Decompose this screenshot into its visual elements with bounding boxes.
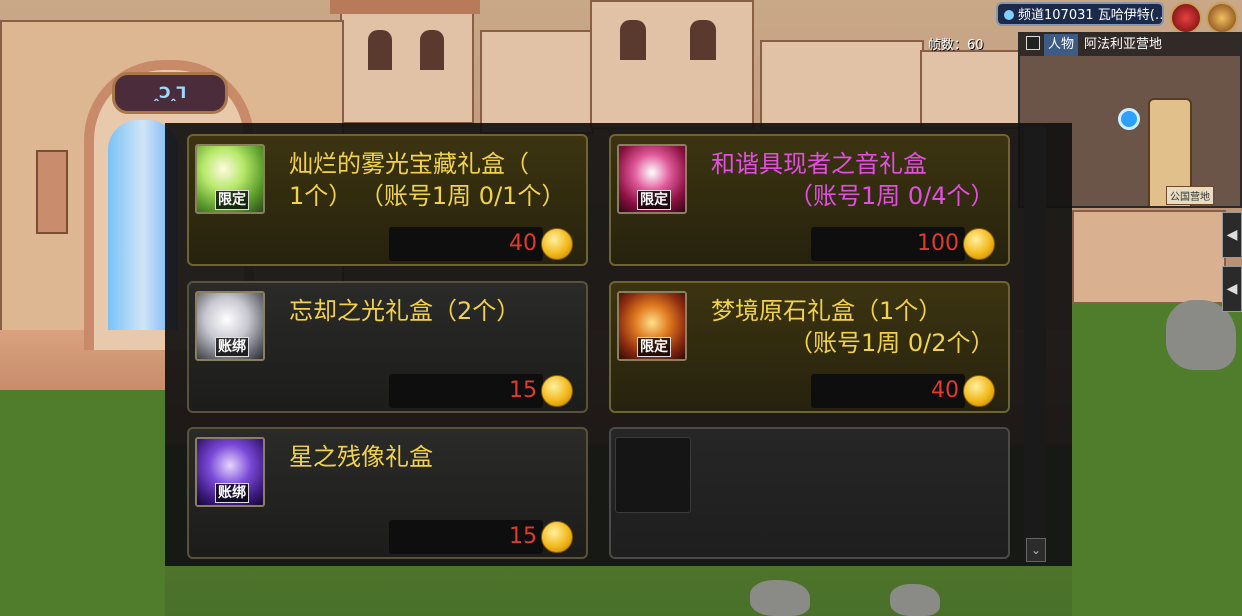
side-arrow-left-icon[interactable]: ◀ <box>1222 212 1242 258</box>
mailbox <box>36 150 68 234</box>
gold-coin-icon <box>963 375 995 407</box>
gold-coin-icon <box>963 228 995 260</box>
shop-item[interactable]: 限定 灿烂的雾光宝藏礼盒（ 1个） （账号1周 0/1个） 40 <box>187 134 588 266</box>
item-name: 忘却之光礼盒（2个） <box>289 295 579 327</box>
item-name-line1: 星之残像礼盒 <box>289 443 433 471</box>
item-icon: 限定 <box>617 291 687 361</box>
shop-item-empty <box>609 427 1010 559</box>
item-tag: 账绑 <box>215 337 249 357</box>
shop-item[interactable]: 限定 和谐具现者之音礼盒 （账号1周 0/4个） 100 <box>609 134 1010 266</box>
item-icon: 限定 <box>617 144 687 214</box>
item-name: 星之残像礼盒 <box>289 441 579 473</box>
building <box>340 0 474 124</box>
building <box>760 40 924 129</box>
window <box>420 30 444 70</box>
building <box>480 30 594 134</box>
player-location-icon <box>1118 108 1140 130</box>
item-price: 15 <box>509 524 537 549</box>
side-arrow-left-icon[interactable]: ◀ <box>1222 266 1242 312</box>
minimap-toggle-icon[interactable] <box>1026 36 1040 50</box>
item-tag: 限定 <box>637 337 671 357</box>
gold-coin-icon <box>541 228 573 260</box>
item-name-line1: 和谐具现者之音礼盒 <box>711 150 927 178</box>
channel-label: 频道107031 瓦哈伊特(… <box>1018 8 1164 23</box>
item-icon: 限定 <box>195 144 265 214</box>
building <box>920 50 1024 129</box>
item-icon: 账绑 <box>195 437 265 507</box>
item-icon: 账绑 <box>195 291 265 361</box>
item-name-line2: （账号1周 0/2个） <box>789 329 995 357</box>
item-tag: 账绑 <box>215 483 249 503</box>
building <box>1072 210 1226 304</box>
item-name-line1: 梦境原石礼盒（1个） <box>711 297 943 325</box>
empty-item-slot <box>615 437 691 513</box>
fps-counter: 帧数：60 <box>928 38 984 53</box>
item-tag: 限定 <box>637 190 671 210</box>
item-name: 和谐具现者之音礼盒 （账号1周 0/4个） <box>711 148 1001 212</box>
item-price: 40 <box>931 378 959 403</box>
item-name: 梦境原石礼盒（1个） （账号1周 0/2个） <box>711 295 1001 359</box>
rock <box>890 584 940 616</box>
minimap-header: 人物 阿法利亚营地 <box>1020 34 1240 56</box>
gate-sign: ꞈƆꞈꞀ <box>112 72 228 114</box>
gold-coin-icon <box>541 375 573 407</box>
item-name-line2: （账号1周 0/4个） <box>789 182 995 210</box>
item-name-line1: 灿烂的雾光宝藏礼盒（ <box>289 150 529 178</box>
window <box>690 20 716 60</box>
channel-globe-icon <box>1004 10 1014 20</box>
item-name-line2: 1个） （账号1周 0/1个） <box>289 182 566 210</box>
guild-emblem-button[interactable] <box>1206 2 1238 34</box>
shop-item[interactable]: 限定 梦境原石礼盒（1个） （账号1周 0/2个） 40 <box>609 281 1010 413</box>
grass <box>0 390 165 616</box>
item-tag: 限定 <box>215 190 249 210</box>
item-name: 灿烂的雾光宝藏礼盒（ 1个） （账号1周 0/1个） <box>289 148 579 212</box>
item-price: 15 <box>509 378 537 403</box>
minimap-area-name: 阿法利亚营地 <box>1084 37 1163 52</box>
shop-item[interactable]: 账绑 忘却之光礼盒（2个） 15 <box>187 281 588 413</box>
building <box>590 0 754 129</box>
demon-emblem-button[interactable] <box>1170 2 1202 34</box>
item-price: 40 <box>509 231 537 256</box>
minimap-place-label: 公国营地 <box>1166 186 1214 205</box>
item-price: 100 <box>917 231 959 256</box>
window <box>620 20 646 60</box>
shop-item[interactable]: 账绑 星之残像礼盒 15 <box>187 427 588 559</box>
window <box>368 30 392 70</box>
rock <box>750 580 810 616</box>
shop-scrollbar[interactable] <box>1024 126 1046 562</box>
minimap-tab-character[interactable]: 人物 <box>1044 34 1079 56</box>
scroll-down-icon[interactable]: ⌄ <box>1026 538 1046 562</box>
channel-indicator[interactable]: 频道107031 瓦哈伊特(… <box>996 2 1164 26</box>
gold-coin-icon <box>541 521 573 553</box>
item-name-line1: 忘却之光礼盒（2个） <box>289 297 521 325</box>
roof <box>330 0 480 14</box>
